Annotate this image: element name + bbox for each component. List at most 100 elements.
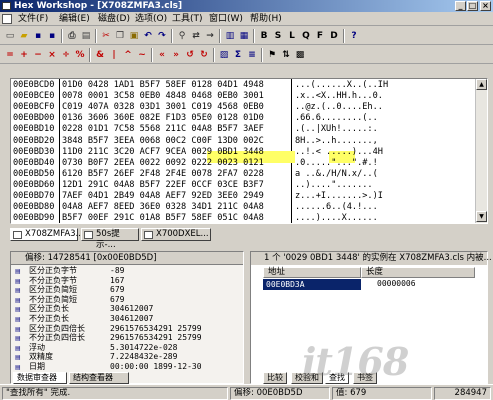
type-icon: ▤ — [15, 296, 21, 304]
tab-data-inspector[interactable]: 数据审查器 — [13, 372, 67, 384]
type-icon: ▤ — [15, 325, 21, 333]
op-subtract-icon[interactable]: − — [31, 48, 45, 62]
file-icon — [144, 231, 153, 239]
op-checksum-icon[interactable]: Σ — [231, 48, 245, 62]
data-inspector-panel: 偏移: 14728541 [0x00E0BD5D] ▤ 区分正负字节 -89 ▤ 不分正… — [10, 251, 244, 384]
format-b-button[interactable]: B — [257, 29, 271, 43]
column-length[interactable]: 长度 — [361, 267, 475, 278]
minimize-button[interactable]: _ — [455, 1, 466, 11]
results-title: 1 个 '0029 0BD1 3448' 的实例在 X708ZMFA3.cls … — [251, 252, 492, 265]
status-value: 值: 679 — [332, 387, 432, 400]
op-or-icon[interactable]: | — [107, 48, 121, 62]
hex-bytes[interactable]: B5F7 00EF 291C 01A8 B5F7 58EF 051C 04A8 — [62, 212, 264, 224]
op-not-icon[interactable]: ~ — [135, 48, 149, 62]
copy-icon[interactable]: ❐ — [113, 29, 127, 43]
tab-checksum[interactable]: 校验和 — [291, 372, 323, 384]
document-tabs: X708ZMFA3... 50s提示-... X700DXEL... — [10, 227, 488, 250]
hex-editor[interactable]: 00E0BCD0 01D0 0428 1AD1 B5F7 58EF 0128 04… — [10, 78, 488, 224]
op-fill-icon[interactable]: ▩ — [293, 48, 307, 62]
op-assign-icon[interactable]: = — [3, 48, 17, 62]
redo-icon[interactable]: ↷ — [155, 29, 169, 43]
op-block-icon[interactable]: ▨ — [217, 48, 231, 62]
type-icon: ▤ — [15, 277, 21, 285]
type-icon: ▤ — [15, 268, 21, 275]
tab-find[interactable]: 查找 — [325, 372, 349, 384]
op-shift-left-icon[interactable]: « — [155, 48, 169, 62]
op-multiply-icon[interactable]: × — [45, 48, 59, 62]
print-preview-icon[interactable]: ▤ — [79, 29, 93, 43]
paste-icon[interactable]: ▣ — [127, 29, 141, 43]
find-icon[interactable]: ⚲ — [175, 29, 189, 43]
op-flip-icon[interactable]: ⇅ — [279, 48, 293, 62]
type-icon: ▤ — [15, 316, 21, 323]
hex-row[interactable]: 00E0BD90 B5F7 00EF 291C 01A8 B5F7 58EF 05… — [11, 212, 477, 224]
format-f-button[interactable]: F — [313, 29, 327, 43]
scroll-down-arrow[interactable]: ▼ — [476, 211, 487, 222]
type-icon: ▤ — [15, 364, 21, 371]
file-icon — [13, 231, 22, 239]
scroll-up-arrow[interactable]: ▲ — [476, 79, 487, 90]
op-compare-icon[interactable]: ≡ — [245, 48, 259, 62]
help-icon[interactable]: ? — [347, 29, 361, 43]
doc-tab-x700dxel[interactable]: X700DXEL... — [141, 228, 211, 241]
op-xor-icon[interactable]: ^ — [121, 48, 135, 62]
format-l-button[interactable]: L — [285, 29, 299, 43]
type-icon: ▤ — [15, 344, 21, 352]
type-icon: ▤ — [15, 335, 21, 343]
toolbar-operations: = + − × ÷ % & | ^ ~ « » ↺ ↻ ▨ Σ ≡ ⚑ ⇅ ▩ — [0, 46, 493, 64]
save-all-icon[interactable]: ▪ — [45, 29, 59, 43]
goto-icon[interactable]: → — [203, 29, 217, 43]
cut-icon[interactable]: ✂ — [99, 29, 113, 43]
inspector-tabs: 数据审查器 结构查看器 — [13, 372, 243, 384]
op-and-icon[interactable]: & — [93, 48, 107, 62]
menu-options[interactable]: 选项(O) — [133, 13, 169, 25]
tab-structure-viewer[interactable]: 结构查看器 — [69, 372, 129, 384]
save-icon[interactable]: ▪ — [31, 29, 45, 43]
result-address[interactable]: 00E0BD3A — [263, 279, 361, 290]
menu-file[interactable]: 文件(F) — [16, 13, 50, 25]
type-icon: ▤ — [15, 287, 21, 295]
maximize-button[interactable]: □ — [467, 1, 478, 11]
menu-disk[interactable]: 磁盘(D) — [96, 13, 132, 25]
op-mod-icon[interactable]: % — [73, 48, 87, 62]
menu-help[interactable]: 帮助(H) — [248, 13, 284, 25]
op-rotate-right-icon[interactable]: ↻ — [197, 48, 211, 62]
tab-bookmarks[interactable]: 书签 — [353, 372, 377, 384]
print-icon[interactable]: ⎙ — [65, 29, 79, 43]
menu-window[interactable]: 窗口(W) — [207, 13, 245, 25]
op-bookmark-icon[interactable]: ⚑ — [265, 48, 279, 62]
status-message: "查找所有" 完成. — [2, 387, 228, 400]
replace-icon[interactable]: ⇄ — [189, 29, 203, 43]
app-window: Hex Workshop - [X708ZMFA3.cls] _ □ × 文件(… — [0, 0, 493, 400]
format-d-button[interactable]: D — [327, 29, 341, 43]
op-rotate-left-icon[interactable]: ↺ — [183, 48, 197, 62]
hex-ascii[interactable]: ....)....X...... — [295, 212, 378, 224]
new-file-icon[interactable]: ▭ — [3, 29, 17, 43]
type-icon: ▤ — [15, 306, 21, 314]
column-address[interactable]: 地址 — [263, 267, 361, 278]
menu-tools[interactable]: 工具(T) — [170, 13, 205, 25]
menu-edit[interactable]: 编辑(E) — [57, 13, 92, 25]
open-folder-icon[interactable]: ▰ — [17, 29, 31, 43]
app-icon — [2, 2, 11, 10]
op-add-icon[interactable]: + — [17, 48, 31, 62]
doc-tab-50s[interactable]: 50s提示-... — [81, 228, 139, 250]
status-bar: "查找所有" 完成. 偏移: 00E0BD5D 值: 679 284947 — [0, 384, 493, 400]
status-offset: 偏移: 00E0BD5D — [230, 387, 330, 400]
undo-icon[interactable]: ↶ — [141, 29, 155, 43]
results-panel: 1 个 '0029 0BD1 3448' 的实例在 X708ZMFA3.cls … — [250, 251, 492, 384]
tab-compare[interactable]: 比较 — [263, 372, 287, 384]
format-s-button[interactable]: S — [271, 29, 285, 43]
window-title: Hex Workshop - [X708ZMFA3.cls] — [14, 1, 183, 11]
op-shift-right-icon[interactable]: » — [169, 48, 183, 62]
status-size: 284947 — [434, 387, 491, 400]
window-tile-icon[interactable]: ▥ — [223, 29, 237, 43]
doc-tab-x708zmfa3[interactable]: X708ZMFA3... — [10, 228, 84, 241]
results-tabs: 比较 校验和 查找 书签 — [263, 372, 463, 384]
window-cascade-icon[interactable]: ▦ — [237, 29, 251, 43]
document-icon[interactable] — [2, 14, 12, 24]
op-divide-icon[interactable]: ÷ — [59, 48, 73, 62]
format-q-button[interactable]: Q — [299, 29, 313, 43]
close-button[interactable]: × — [480, 1, 491, 11]
hex-vertical-scrollbar[interactable]: ▲ ▼ — [475, 79, 487, 223]
